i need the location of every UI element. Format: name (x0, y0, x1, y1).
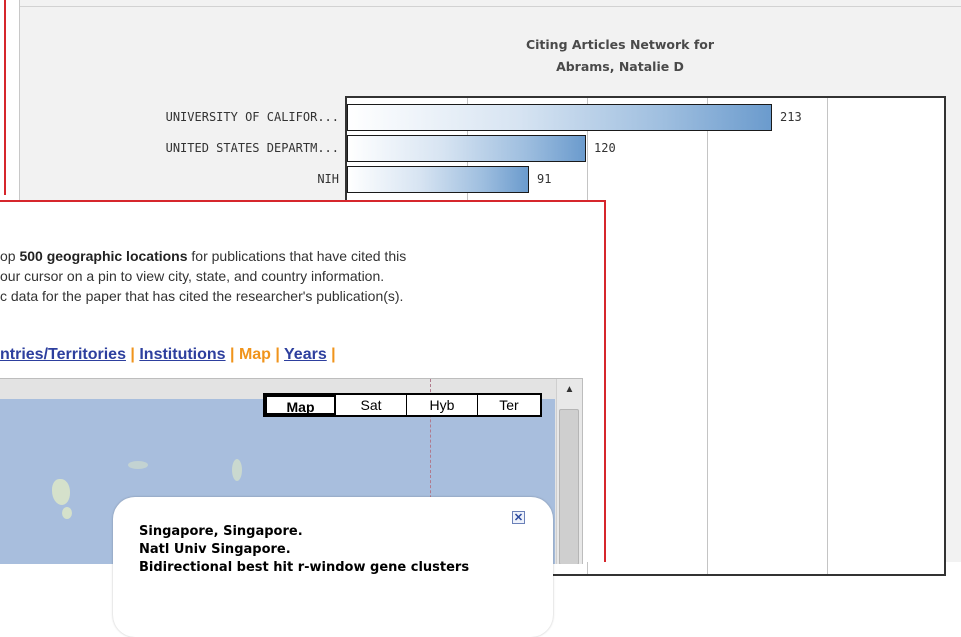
chart-bar[interactable] (347, 104, 772, 131)
chart-gridline (827, 98, 828, 574)
chart-category-label: NIH (317, 172, 339, 186)
map-type-hybrid-button[interactable]: Hyb (407, 395, 478, 415)
close-icon[interactable]: ✕ (512, 511, 525, 524)
desc-highlight: 500 geographic locations (19, 248, 188, 264)
chart-category-label: UNITED STATES DEPARTM... (165, 141, 339, 155)
scroll-thumb[interactable] (559, 409, 579, 564)
chart-bar-value-label: 91 (537, 172, 552, 186)
map-type-map-button[interactable]: Map (265, 395, 336, 415)
map-info-window: ✕ Singapore, Singapore. Natl Univ Singap… (113, 497, 553, 637)
chart-title-line2: Abrams, Natalie D (556, 59, 684, 74)
desc-line-3: c data for the paper that has cited the … (0, 288, 404, 304)
desc-line-2: our cursor on a pin to view city, state,… (0, 268, 385, 284)
chart-bar[interactable] (347, 166, 529, 193)
scroll-up-arrow-icon[interactable]: ▲ (557, 381, 582, 399)
tab-institutions[interactable]: Institutions (139, 346, 225, 363)
chart-title: Citing Articles Network for Abrams, Nata… (450, 34, 790, 78)
popup-description: op 500 geographic locations for publicat… (0, 246, 406, 306)
tab-map[interactable]: Map (239, 346, 271, 363)
info-institution: Natl Univ Singapore. (139, 542, 291, 557)
chart-bar-value-label: 213 (780, 110, 802, 124)
desc-line-1: op 500 geographic locations for publicat… (0, 248, 407, 264)
chart-frame-topline (20, 6, 961, 7)
chart-category-label: UNIVERSITY OF CALIFOR... (165, 110, 339, 124)
left-border-accent (0, 0, 6, 195)
vertical-scrollbar[interactable]: ▲ (556, 379, 582, 564)
chart-bar-value-label: 120 (594, 141, 616, 155)
tab-separator: | (125, 346, 140, 363)
chart-title-line1: Citing Articles Network for (525, 37, 715, 52)
tab-separator: | (225, 346, 239, 363)
map-type-terrain-button[interactable]: Ter (478, 395, 540, 415)
info-window-text: Singapore, Singapore. Natl Univ Singapor… (139, 523, 469, 577)
chart-bar[interactable] (347, 135, 586, 162)
map-island (62, 507, 72, 519)
tab-separator: | (270, 346, 285, 363)
chart-gridline (707, 98, 708, 574)
map-island (52, 479, 70, 505)
info-location: Singapore, Singapore. (139, 524, 303, 539)
map-island (232, 459, 242, 481)
geo-popup: op 500 geographic locations for publicat… (0, 200, 606, 637)
map-island (128, 461, 148, 469)
map-type-satellite-button[interactable]: Sat (336, 395, 407, 415)
tab-years[interactable]: Years (284, 346, 327, 363)
map-type-control: Map Sat Hyb Ter (263, 393, 542, 417)
tab-separator: | (326, 346, 336, 363)
view-tabs: ntries/Territories | Institutions | Map … (0, 346, 336, 364)
tab-countries[interactable]: ntries/Territories (0, 346, 126, 363)
